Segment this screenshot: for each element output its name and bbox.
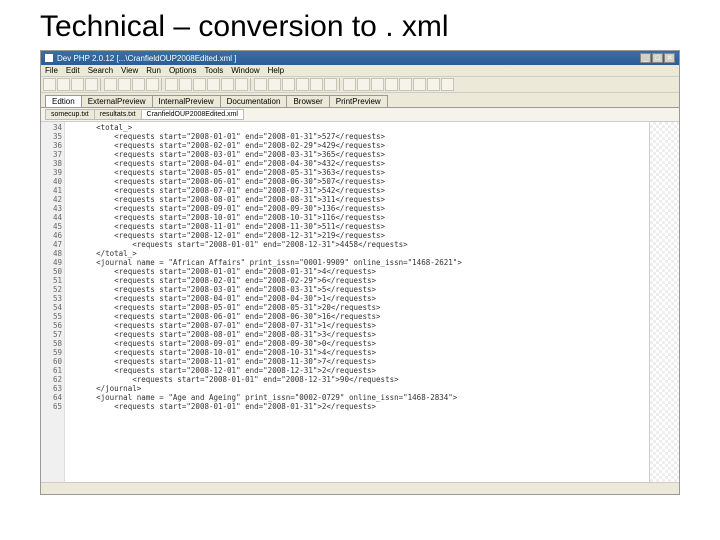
- menu-run[interactable]: Run: [146, 66, 161, 75]
- filetab-0[interactable]: somecup.txt: [45, 109, 95, 120]
- filetab-2[interactable]: CranfieldOUP2008Edited.xml: [141, 109, 244, 120]
- editor-area: 34 35 36 37 38 39 40 41 42 43 44 45 46 4…: [41, 122, 679, 482]
- toolbar-button-8[interactable]: [165, 78, 178, 91]
- toolbar-button-20[interactable]: [343, 78, 356, 91]
- toolbar-button-10[interactable]: [193, 78, 206, 91]
- toolbar-button-1[interactable]: [57, 78, 70, 91]
- titlebar: Dev PHP 2.0.12 [...\CranfieldOUP2008Edit…: [41, 51, 679, 65]
- toolbar-button-12[interactable]: [221, 78, 234, 91]
- tab-browser[interactable]: Browser: [286, 95, 329, 107]
- menu-help[interactable]: Help: [268, 66, 284, 75]
- tab-externalpreview[interactable]: ExternalPreview: [81, 95, 153, 107]
- toolbar-button-16[interactable]: [282, 78, 295, 91]
- menu-search[interactable]: Search: [88, 66, 113, 75]
- menu-view[interactable]: View: [121, 66, 138, 75]
- toolbar-button-6[interactable]: [132, 78, 145, 91]
- toolbar-button-23[interactable]: [385, 78, 398, 91]
- menu-file[interactable]: File: [45, 66, 58, 75]
- titlebar-text: Dev PHP 2.0.12 [...\CranfieldOUP2008Edit…: [57, 54, 640, 63]
- toolbar-button-18[interactable]: [310, 78, 323, 91]
- minimize-button[interactable]: _: [640, 53, 651, 63]
- toolbar-button-2[interactable]: [71, 78, 84, 91]
- menubar: File Edit Search View Run Options Tools Window H…: [41, 65, 679, 77]
- toolbar-button-24[interactable]: [399, 78, 412, 91]
- code-editor[interactable]: <total_> <requests start="2008-01-01" en…: [65, 122, 649, 482]
- toolbar-button-5[interactable]: [118, 78, 131, 91]
- toolbar-button-21[interactable]: [357, 78, 370, 91]
- menu-window[interactable]: Window: [231, 66, 259, 75]
- toolbar-button-3[interactable]: [85, 78, 98, 91]
- toolbar-button-27[interactable]: [441, 78, 454, 91]
- slide-title: Technical – conversion to . xml: [0, 0, 720, 50]
- statusbar: [41, 482, 679, 494]
- toolbar-button-13[interactable]: [235, 78, 248, 91]
- app-window: Dev PHP 2.0.12 [...\CranfieldOUP2008Edit…: [40, 50, 680, 495]
- toolbar-button-14[interactable]: [254, 78, 267, 91]
- view-tabs: EdtionExternalPreviewInternalPreviewDocu…: [41, 93, 679, 108]
- line-gutter: 34 35 36 37 38 39 40 41 42 43 44 45 46 4…: [41, 122, 65, 482]
- app-icon: [45, 54, 53, 62]
- toolbar-button-4[interactable]: [104, 78, 117, 91]
- toolbar-button-0[interactable]: [43, 78, 56, 91]
- toolbar-button-15[interactable]: [268, 78, 281, 91]
- tab-printpreview[interactable]: PrintPreview: [329, 95, 388, 107]
- tab-documentation[interactable]: Documentation: [220, 95, 288, 107]
- toolbar: [41, 77, 679, 93]
- toolbar-button-25[interactable]: [413, 78, 426, 91]
- toolbar-button-19[interactable]: [324, 78, 337, 91]
- menu-edit[interactable]: Edit: [66, 66, 80, 75]
- right-panel: [649, 122, 679, 482]
- file-tabs: somecup.txtresultats.txtCranfieldOUP2008…: [41, 108, 679, 122]
- close-button[interactable]: ✕: [664, 53, 675, 63]
- menu-tools[interactable]: Tools: [205, 66, 224, 75]
- toolbar-button-9[interactable]: [179, 78, 192, 91]
- tab-internalpreview[interactable]: InternalPreview: [152, 95, 221, 107]
- toolbar-button-7[interactable]: [146, 78, 159, 91]
- tab-edtion[interactable]: Edtion: [45, 95, 82, 107]
- filetab-1[interactable]: resultats.txt: [94, 109, 142, 120]
- toolbar-button-17[interactable]: [296, 78, 309, 91]
- toolbar-button-26[interactable]: [427, 78, 440, 91]
- toolbar-button-22[interactable]: [371, 78, 384, 91]
- menu-options[interactable]: Options: [169, 66, 197, 75]
- maximize-button[interactable]: □: [652, 53, 663, 63]
- toolbar-button-11[interactable]: [207, 78, 220, 91]
